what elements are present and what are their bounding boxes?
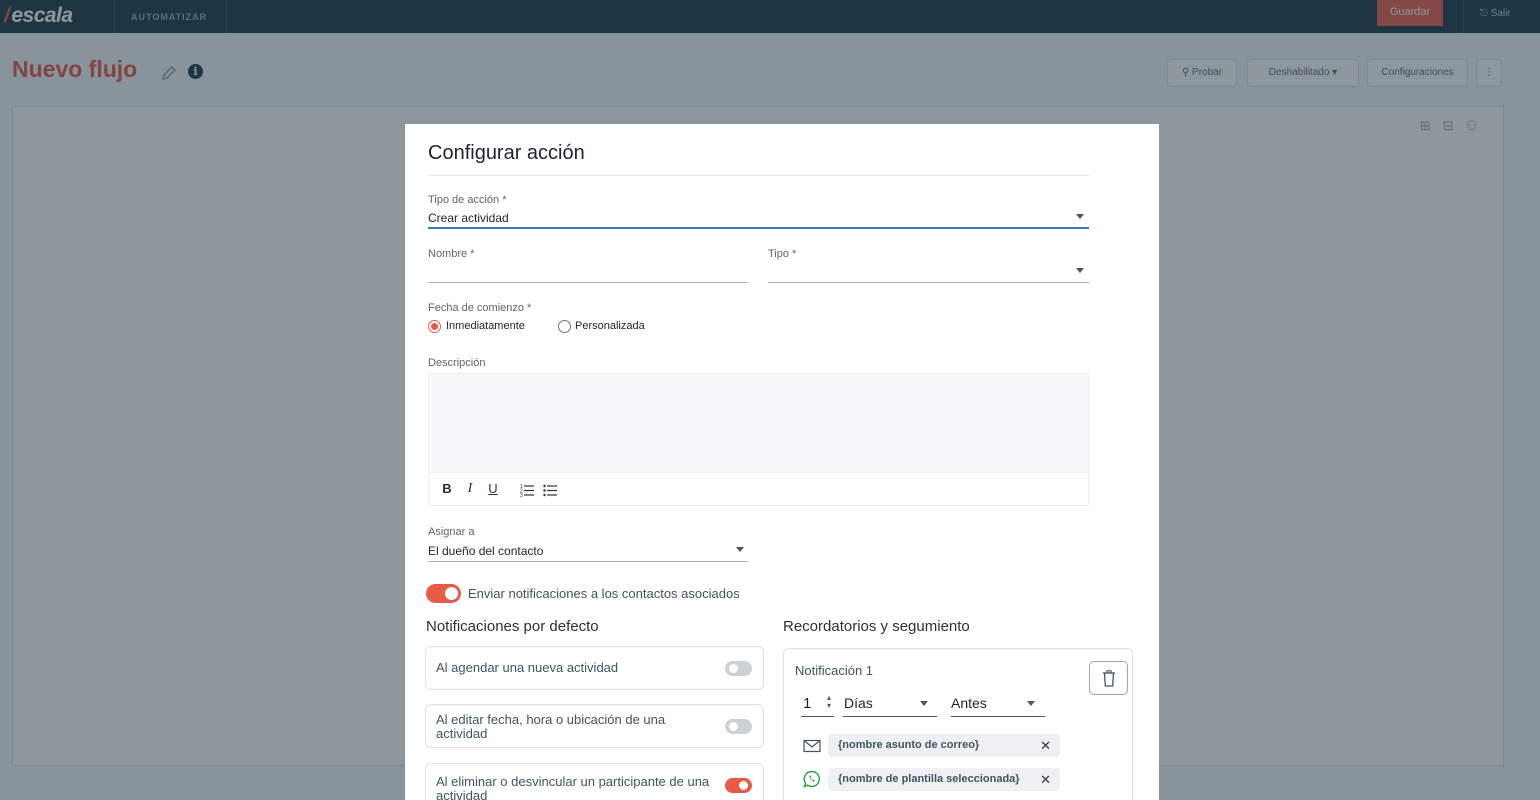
- name-label: Nombre *: [428, 248, 475, 260]
- remove-chip-icon[interactable]: ✕: [1040, 734, 1051, 757]
- notif-toggle-new-activity[interactable]: [725, 661, 752, 676]
- email-icon: [803, 739, 821, 753]
- description-editor: B I U 123: [428, 373, 1089, 506]
- action-type-select[interactable]: Crear actividad: [428, 211, 509, 225]
- assign-select[interactable]: El dueño del contacto: [428, 544, 543, 558]
- notif-card-edit-activity: Al editar fecha, hora o ubicación de una…: [425, 704, 764, 748]
- whatsapp-template-chip[interactable]: {nombre de plantilla seleccionada} ✕: [828, 768, 1060, 791]
- field-underline: [801, 716, 834, 717]
- field-underline: [428, 227, 1089, 229]
- underline-button[interactable]: U: [486, 481, 500, 496]
- field-underline: [768, 282, 1089, 283]
- configure-action-modal: Configurar acción Tipo de acción * Crear…: [405, 124, 1159, 800]
- name-input[interactable]: [428, 265, 747, 281]
- caret-down-icon[interactable]: [1076, 268, 1084, 273]
- stepper-icon[interactable]: ▴ ▾: [827, 694, 831, 710]
- bold-button[interactable]: B: [440, 481, 454, 496]
- assign-label: Asignar a: [428, 526, 475, 538]
- trash-icon: [1103, 670, 1115, 687]
- delete-reminder-button[interactable]: [1089, 661, 1128, 695]
- notify-contacts-toggle[interactable]: [426, 584, 461, 603]
- type-select[interactable]: [768, 265, 1068, 281]
- radio-immediately[interactable]: [428, 320, 441, 333]
- notif-toggle-remove-participant[interactable]: [725, 778, 752, 793]
- whatsapp-icon: [803, 770, 820, 788]
- radio-custom[interactable]: [558, 320, 571, 333]
- action-type-label: Tipo de acción *: [428, 194, 507, 206]
- notif-label: Al eliminar o desvincular un participant…: [436, 774, 710, 800]
- radio-custom-label[interactable]: Personalizada: [575, 320, 645, 332]
- caret-down-icon[interactable]: [736, 547, 744, 552]
- remove-chip-icon[interactable]: ✕: [1040, 768, 1051, 791]
- italic-button[interactable]: I: [463, 481, 477, 497]
- caret-down-icon[interactable]: [1027, 701, 1035, 706]
- description-textarea[interactable]: [429, 374, 1088, 472]
- notif-card-remove-participant: Al eliminar o desvincular un participant…: [425, 763, 764, 800]
- field-underline: [428, 561, 748, 562]
- notif-toggle-edit-activity[interactable]: [725, 719, 752, 734]
- type-label: Tipo *: [768, 248, 797, 260]
- bullet-list-icon[interactable]: [543, 483, 557, 497]
- notif-label: Al agendar una nueva actividad: [436, 660, 619, 675]
- field-underline: [428, 282, 748, 283]
- caret-down-icon[interactable]: [920, 701, 928, 706]
- field-underline: [843, 716, 937, 717]
- reminders-heading: Recordatorios y segumiento: [783, 618, 970, 635]
- radio-immediately-label[interactable]: Inmediatamente: [446, 320, 525, 332]
- reminder-card: Notificación 1 1 ▴ ▾ Días Antes {nombre a…: [783, 648, 1133, 800]
- ordered-list-icon[interactable]: 123: [520, 483, 534, 497]
- svg-text:3: 3: [520, 493, 523, 497]
- start-date-label: Fecha de comienzo *: [428, 302, 532, 314]
- reminder-title: Notificación 1: [795, 663, 874, 678]
- divider: [428, 175, 1089, 176]
- email-template-chip[interactable]: {nombre asunto de correo} ✕: [828, 734, 1060, 757]
- reminder-amount-input[interactable]: 1: [803, 695, 811, 712]
- description-label: Descripción: [428, 357, 486, 369]
- notif-label: Al editar fecha, hora o ubicación de una…: [436, 712, 666, 741]
- modal-title: Configurar acción: [428, 142, 585, 164]
- reminder-timing-select[interactable]: Antes: [951, 695, 987, 711]
- field-underline: [951, 716, 1045, 717]
- notif-card-new-activity: Al agendar una nueva actividad: [425, 646, 764, 690]
- editor-toolbar: B I U 123: [429, 472, 1088, 505]
- default-notifications-heading: Notificaciones por defecto: [426, 618, 599, 635]
- caret-down-icon[interactable]: [1076, 214, 1084, 219]
- reminder-unit-select[interactable]: Días: [844, 695, 873, 711]
- notify-contacts-label: Enviar notificaciones a los contactos as…: [468, 586, 740, 601]
